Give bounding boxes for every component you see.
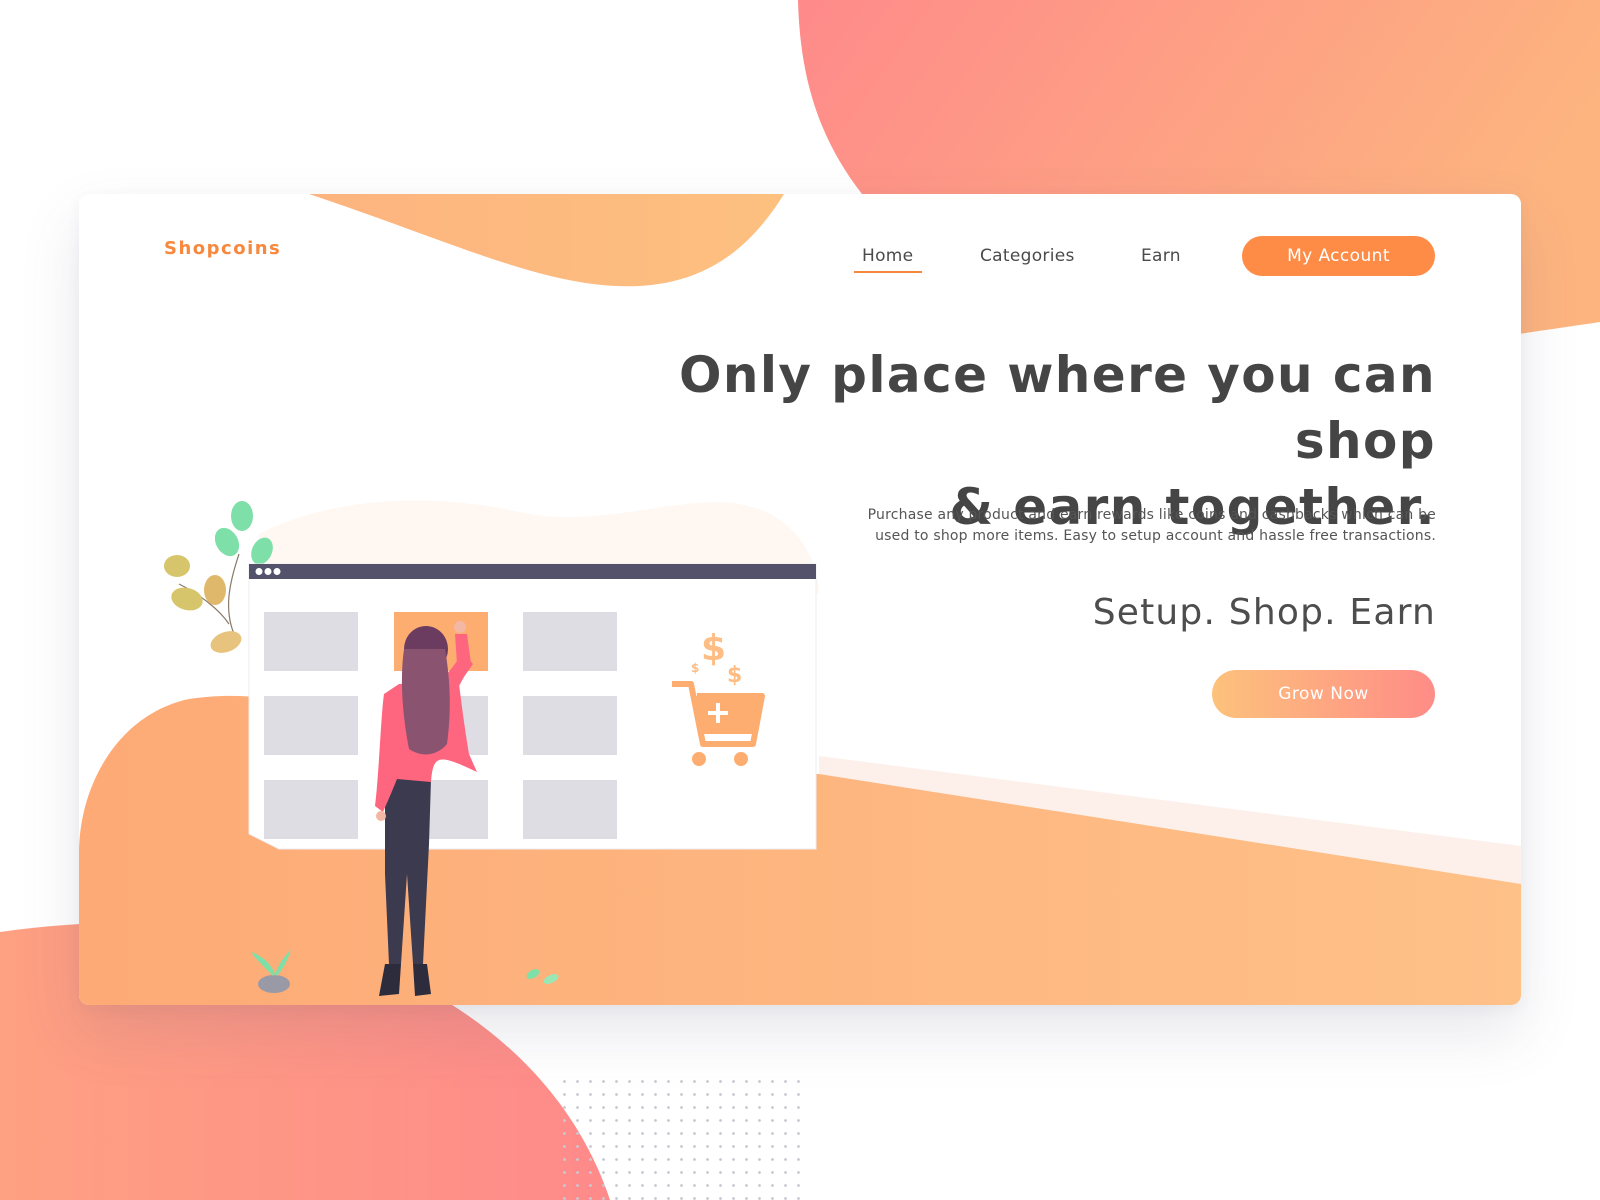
nav-item-earn[interactable]: Earn <box>1141 246 1181 266</box>
hero-description: Purchase any product and earn rewards li… <box>816 505 1436 547</box>
sprout-decoration <box>251 950 559 993</box>
svg-text:$: $ <box>727 663 742 688</box>
top-navigation: Home Categories Earn My Account <box>79 194 1521 294</box>
nav-item-categories[interactable]: Categories <box>980 246 1075 266</box>
svg-text:$: $ <box>691 661 699 675</box>
nav-item-home[interactable]: Home <box>862 246 913 266</box>
description-line-1: Purchase any product and earn rewards li… <box>867 507 1436 523</box>
my-account-button[interactable]: My Account <box>1242 236 1435 276</box>
hero-card: $ $ $ Shopcoins Home Categories Earn My … <box>79 194 1521 1005</box>
headline-line-1: Only place where you can shop <box>678 346 1436 470</box>
svg-text:$: $ <box>701 628 726 669</box>
active-nav-indicator <box>854 271 922 273</box>
hero-tagline: Setup. Shop. Earn <box>1092 592 1436 633</box>
grow-now-button[interactable]: Grow Now <box>1212 670 1435 718</box>
description-line-2: used to shop more items. Easy to setup a… <box>875 528 1436 544</box>
dot-grid-decoration <box>558 1075 808 1200</box>
